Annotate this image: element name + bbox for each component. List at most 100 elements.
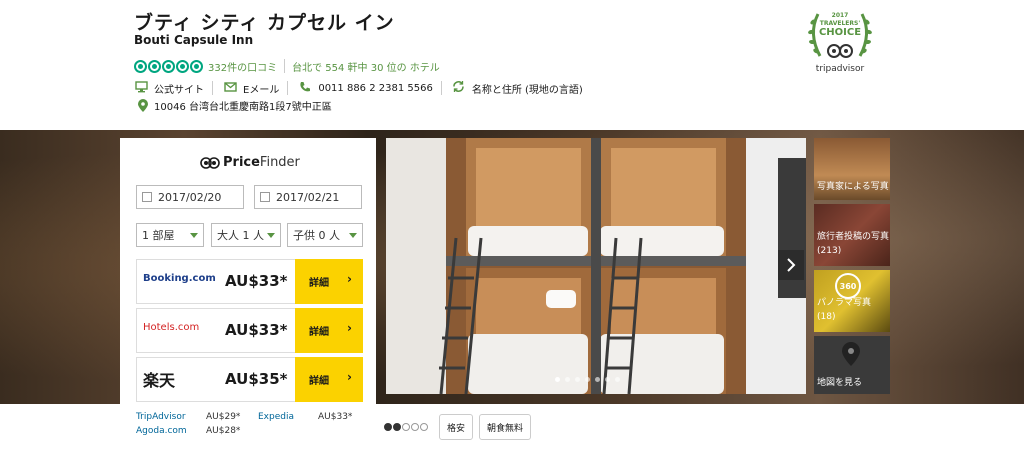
hotels-logo: Hotels.com xyxy=(143,322,200,333)
map-thumb[interactable]: 地図を見る xyxy=(814,336,890,394)
more-offer-price: AU$28* xyxy=(206,426,241,436)
hotel-class-rating xyxy=(384,423,429,431)
travelers-choice-badge: 2017 TRAVELERS' CHOICE tripadvisor xyxy=(804,8,876,76)
view-deal-button[interactable]: 詳細 › xyxy=(295,259,363,304)
offer-price: AU$33* xyxy=(225,321,288,339)
hotel-subtitle: Bouti Capsule Inn xyxy=(134,33,254,47)
divider xyxy=(212,81,213,95)
dropdown-arrow-icon xyxy=(267,232,275,238)
rating-bubble-icon xyxy=(162,59,175,73)
divider xyxy=(284,59,286,73)
thumb-label: 写真家による写真 xyxy=(817,182,889,192)
more-offer-brand[interactable]: Agoda.com xyxy=(136,426,187,436)
contact-row: 公式サイト Eメール 0011 886 2 2381 5566 名称と住所 (現… xyxy=(134,80,591,96)
class-bubble-icon xyxy=(402,423,410,431)
gallery-dot[interactable] xyxy=(595,377,600,382)
panorama-thumb[interactable]: 360 パノラマ写真 (18) xyxy=(814,270,890,332)
view-deal-button[interactable]: 詳細 › xyxy=(295,357,363,402)
hotel-title: ブティ シティ カプセル イン xyxy=(134,12,395,34)
rating-bubble-icon xyxy=(134,59,147,73)
more-offer-price: AU$33* xyxy=(318,412,353,422)
price-finder: Price Finder 2017/02/20 2017/02/21 1 部屋 大… xyxy=(120,138,376,451)
map-pin-icon xyxy=(842,342,860,366)
price-finder-logo: Price Finder xyxy=(200,155,300,170)
badge-line1: TRAVELERS' xyxy=(819,20,861,27)
more-offer-price: AU$29* xyxy=(206,412,241,422)
more-offer-brand[interactable]: Expedia xyxy=(258,412,294,422)
hotel-header: ブティ シティ カプセル イン Bouti Capsule Inn 332件の口… xyxy=(0,0,1024,130)
chevron-right-icon: › xyxy=(347,272,352,286)
thumb-label: 旅行者投稿の写真 xyxy=(817,232,890,242)
professional-photos-thumb[interactable]: 写真家による写真 xyxy=(814,138,890,200)
address-text: 10046 台湾台北重慶南路1段7號中正區 xyxy=(154,102,332,113)
rating-bubble-icon xyxy=(190,59,203,73)
hotel-class-bar: 格安 朝食無料 xyxy=(384,414,537,440)
chevron-right-icon: › xyxy=(347,370,352,384)
divider xyxy=(440,81,442,95)
badge-line2: CHOICE xyxy=(818,27,862,38)
amenity-tag[interactable]: 朝食無料 xyxy=(479,414,532,440)
thumb-count: (213) xyxy=(817,246,842,256)
capsule-bunk-photo xyxy=(386,138,806,394)
offer-price: AU$35* xyxy=(225,370,288,388)
traveler-photos-thumb[interactable]: 旅行者投稿の写真 (213) xyxy=(814,204,890,266)
rating-row: 332件の口コミ 台北で 554 軒中 30 位の ホテル xyxy=(134,59,440,74)
calendar-icon xyxy=(260,192,270,202)
dropdown-arrow-icon xyxy=(349,232,357,238)
rating-bubble-icon xyxy=(148,59,161,73)
360-icon: 360 xyxy=(835,273,861,299)
hotel-page: ブティ シティ カプセル イン Bouti Capsule Inn 332件の口… xyxy=(0,0,1024,451)
offer-price: AU$33* xyxy=(225,272,288,290)
gallery-dot[interactable] xyxy=(565,377,570,382)
thumb-label: 地図を見る xyxy=(817,378,863,388)
chevron-right-icon xyxy=(787,258,796,272)
email-link[interactable]: Eメール xyxy=(223,81,279,96)
offer-row[interactable]: 楽天 AU$35* 詳細 › xyxy=(136,357,363,402)
class-bubble-icon xyxy=(384,423,392,431)
gallery-dot[interactable] xyxy=(605,377,610,382)
main-hotel-photo[interactable] xyxy=(386,138,806,394)
gallery-dot[interactable] xyxy=(585,377,590,382)
price-class-tag[interactable]: 格安 xyxy=(439,414,474,440)
booking-logo: Booking.com xyxy=(143,273,216,284)
class-bubble-icon xyxy=(393,423,401,431)
monitor-icon xyxy=(134,80,148,96)
checkin-date-field[interactable]: 2017/02/20 xyxy=(136,185,244,209)
mail-icon xyxy=(223,81,237,95)
chevron-right-icon: › xyxy=(347,321,352,335)
website-link[interactable]: 公式サイト xyxy=(134,80,204,96)
checkout-date-field[interactable]: 2017/02/21 xyxy=(254,185,362,209)
children-select[interactable]: 子供 0 人 xyxy=(287,223,363,247)
view-deal-button[interactable]: 詳細 › xyxy=(295,308,363,353)
rakuten-logo: 楽天 xyxy=(143,371,176,390)
gallery-pagination xyxy=(555,377,625,382)
phone-icon xyxy=(298,81,312,96)
divider xyxy=(287,81,289,95)
calendar-icon xyxy=(142,192,152,202)
class-bubble-icon xyxy=(420,423,428,431)
dropdown-arrow-icon xyxy=(190,232,198,238)
adults-select[interactable]: 大人 1 人 xyxy=(211,223,281,247)
translate-icon xyxy=(452,80,466,96)
gallery-dot[interactable] xyxy=(575,377,580,382)
more-offer-brand[interactable]: TripAdvisor xyxy=(136,412,186,422)
offer-row[interactable]: Hotels.com AU$33* 詳細 › xyxy=(136,308,363,353)
phone-number[interactable]: 0011 886 2 2381 5566 xyxy=(298,81,433,96)
reviews-link[interactable]: 332件の口コミ xyxy=(208,59,277,74)
gallery-next-button[interactable] xyxy=(778,250,804,280)
gallery-dot[interactable] xyxy=(615,377,620,382)
owl-icon xyxy=(200,156,220,169)
class-bubble-icon xyxy=(411,423,419,431)
offer-row[interactable]: Booking.com AU$33* 詳細 › xyxy=(136,259,363,304)
local-name-link[interactable]: 名称と住所 (現地の言語) xyxy=(452,80,583,96)
badge-year: 2017 xyxy=(831,12,849,19)
rooms-select[interactable]: 1 部屋 xyxy=(136,223,204,247)
ranking-link[interactable]: 台北で 554 軒中 30 位の ホテル xyxy=(292,59,440,74)
location-pin-icon xyxy=(138,99,148,112)
tripadvisor-logo: tripadvisor xyxy=(815,64,865,74)
thumb-label: パノラマ写真 xyxy=(817,298,872,308)
thumb-count: (18) xyxy=(817,312,836,322)
gallery-dot[interactable] xyxy=(555,377,560,382)
address-row: 10046 台湾台北重慶南路1段7號中正區 xyxy=(138,98,332,113)
rating-bubble-icon xyxy=(176,59,189,73)
